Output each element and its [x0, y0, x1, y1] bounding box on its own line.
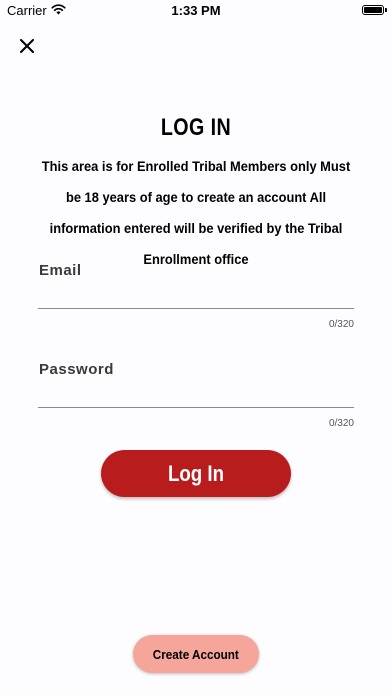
login-button-label: Log In: [167, 460, 225, 486]
status-bar: Carrier 1:33 PM: [0, 0, 392, 22]
email-field[interactable]: [38, 285, 354, 309]
email-counter: 0/320: [328, 319, 354, 330]
intro-text: This area is for Enrolled Tribal Members…: [41, 158, 351, 267]
login-button[interactable]: Log In: [101, 450, 291, 497]
email-label: Email: [39, 262, 82, 279]
battery-icon: [362, 5, 387, 15]
password-counter: 0/320: [328, 418, 354, 429]
close-button[interactable]: [14, 33, 40, 59]
password-field[interactable]: [38, 384, 354, 408]
status-time: 1:33 PM: [171, 3, 221, 18]
create-account-button[interactable]: Create Account: [133, 635, 259, 673]
create-account-label: Create Account: [152, 646, 240, 662]
password-label: Password: [39, 361, 114, 378]
close-icon: [20, 39, 34, 53]
page-title: LOG IN: [160, 114, 232, 141]
